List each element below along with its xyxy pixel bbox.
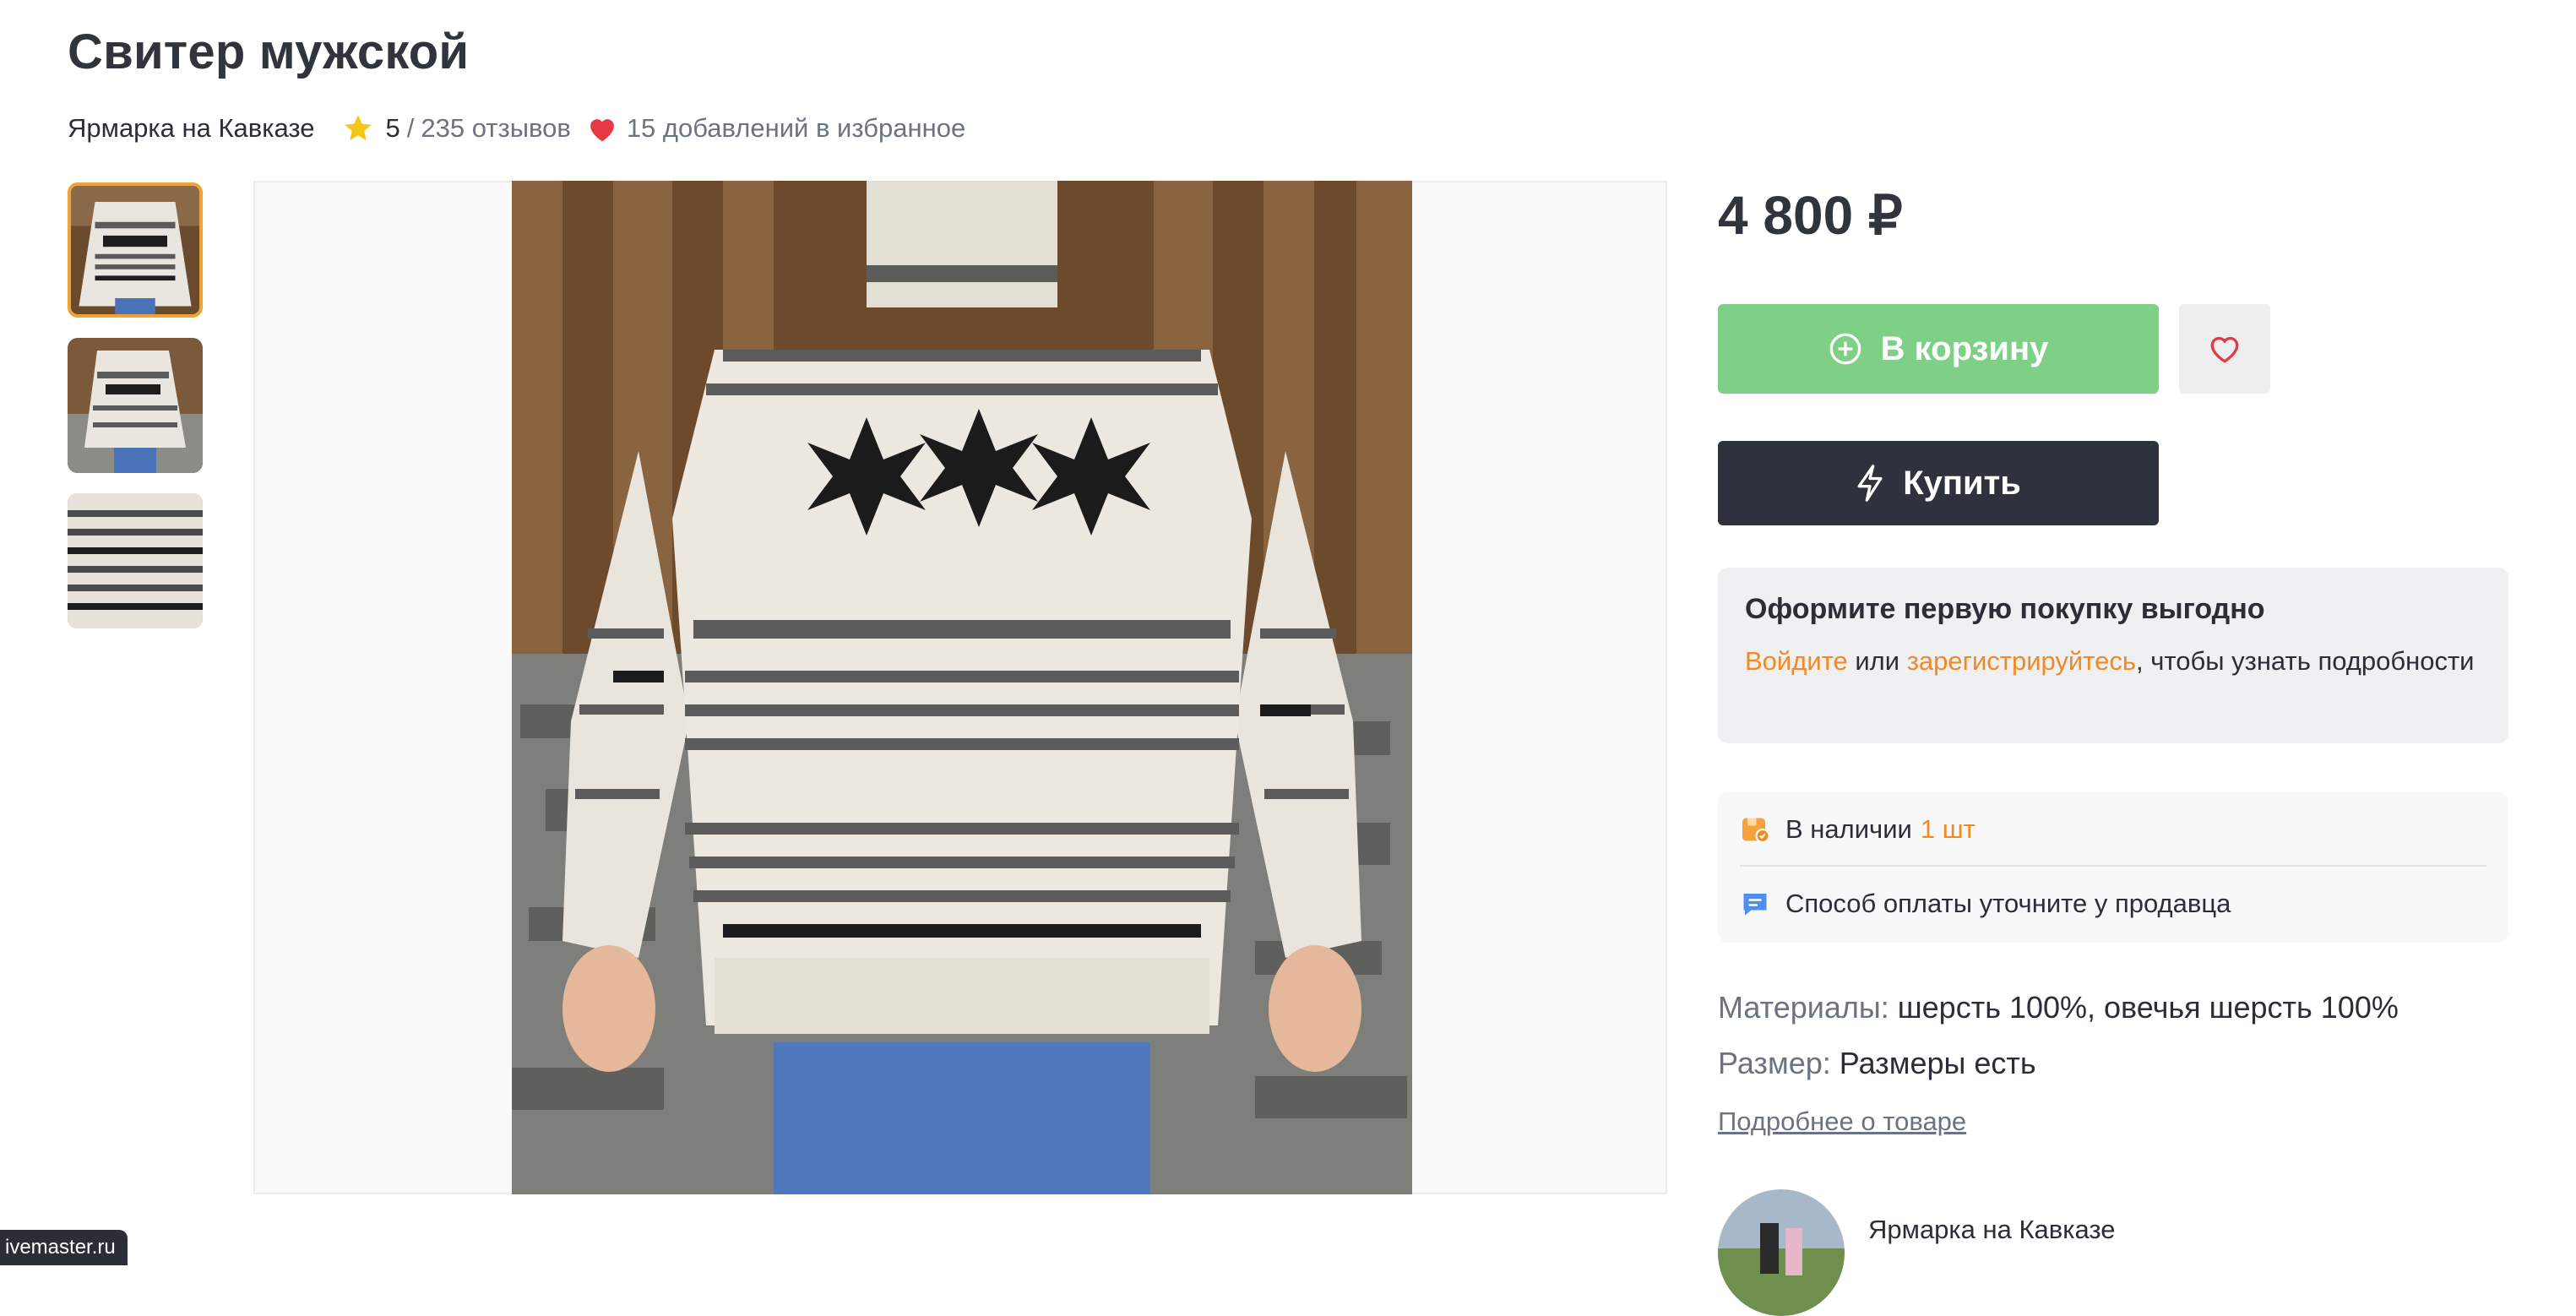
star-icon — [344, 115, 372, 141]
product-details-link[interactable]: Подробнее о товаре — [1718, 1107, 1966, 1137]
seller-avatar[interactable] — [1718, 1189, 1845, 1316]
materials-value: шерсть 100%, овечья шерсть 100% — [1897, 990, 2399, 1025]
add-to-favorites-button[interactable] — [2179, 304, 2270, 394]
chat-icon — [1743, 894, 1767, 916]
promo-rest: , чтобы узнать подробности — [2135, 646, 2475, 676]
add-to-cart-label: В корзину — [1880, 329, 2049, 367]
product-meta: Ярмарка на Кавказе 5 / 235 отзывов 15 до… — [68, 111, 965, 145]
promo-or: или — [1855, 646, 1900, 676]
promo-heading: Оформите первую покупку выгодно — [1745, 593, 2265, 625]
watermark-badge: ivemaster.ru — [0, 1230, 128, 1265]
rating-value: 5 — [385, 113, 400, 143]
first-purchase-promo: Оформите первую покупку выгодно Войдите … — [1718, 568, 2508, 743]
add-to-cart-button[interactable]: В корзину — [1718, 304, 2159, 394]
stock-count: 1 шт — [1920, 814, 1975, 844]
materials-label: Материалы: — [1718, 990, 1889, 1025]
plus-circle-icon — [1829, 333, 1861, 365]
rating-separator: / — [406, 113, 415, 143]
sweater-thumbnail-image — [68, 338, 203, 473]
box-icon — [1742, 818, 1770, 844]
sweater-thumbnail-image — [71, 186, 199, 314]
buy-now-button[interactable]: Купить — [1718, 441, 2159, 525]
availability-panel: В наличии 1 шт Способ оплаты уточните у … — [1718, 792, 2508, 943]
shop-link[interactable]: Ярмарка на Кавказе — [68, 113, 315, 144]
divider — [1740, 865, 2486, 867]
heart-outline-icon — [2210, 336, 2239, 363]
promo-text: Войдите или зарегистрируйтесь, чтобы узн… — [1745, 644, 2481, 678]
page-title: Свитер мужской — [68, 24, 470, 79]
payment-row: Способ оплаты уточните у продавца — [1740, 885, 2231, 922]
thumbnail-3[interactable] — [68, 493, 203, 628]
size-label: Размер: — [1718, 1046, 1831, 1080]
materials-attribute: Материалы: шерсть 100%, овечья шерсть 10… — [1718, 990, 2399, 1025]
thumbnail-1[interactable] — [68, 182, 203, 318]
lightning-icon — [1857, 465, 1883, 502]
stock-label: В наличии — [1785, 814, 1912, 844]
favorites-count: 15 добавлений в избранное — [626, 113, 966, 143]
register-link[interactable]: зарегистрируйтесь — [1907, 646, 2136, 676]
buy-now-label: Купить — [1903, 464, 2021, 502]
thumbnail-2[interactable] — [68, 338, 203, 473]
login-link[interactable]: Войдите — [1745, 646, 1848, 676]
stock-row: В наличии 1 шт — [1740, 811, 1975, 848]
product-price: 4 800 ₽ — [1718, 185, 1903, 246]
payment-info: Способ оплаты уточните у продавца — [1785, 889, 2231, 918]
main-product-image[interactable] — [512, 181, 1412, 1194]
size-value: Размеры есть — [1839, 1046, 2036, 1080]
seller-name[interactable]: Ярмарка на Кавказе — [1868, 1215, 2116, 1245]
heart-icon — [590, 119, 614, 142]
reviews-link[interactable]: 235 отзывов — [421, 113, 570, 144]
sweater-photo — [512, 181, 1412, 1194]
sweater-thumbnail-image — [68, 493, 203, 628]
seller-avatar-image — [1718, 1189, 1845, 1316]
size-attribute: Размер: Размеры есть — [1718, 1046, 2036, 1081]
